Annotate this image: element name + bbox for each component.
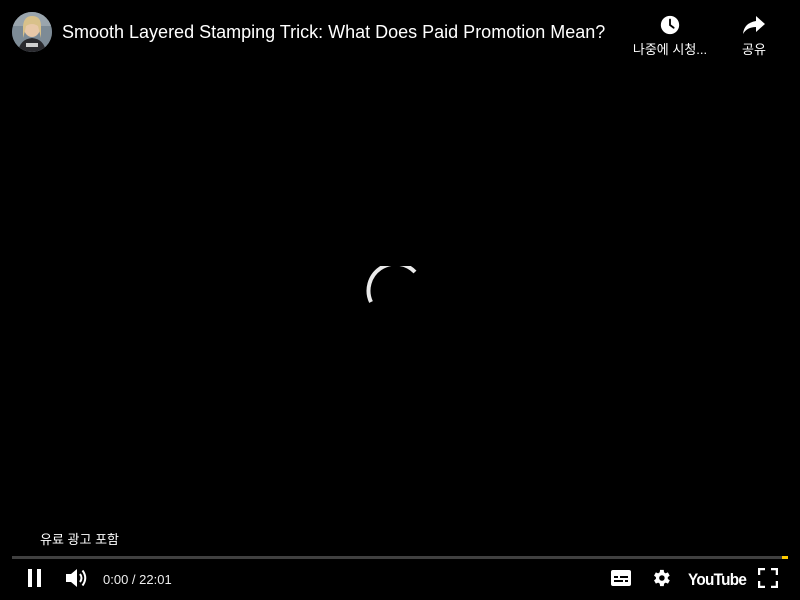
pause-icon xyxy=(26,568,44,593)
gear-icon xyxy=(650,567,672,594)
loading-spinner xyxy=(366,261,430,330)
paid-promotion-label[interactable]: 유료 광고 포함 xyxy=(40,532,119,548)
share-button[interactable]: 공유 xyxy=(736,12,772,58)
fullscreen-button[interactable] xyxy=(754,562,782,598)
share-label: 공유 xyxy=(742,42,766,57)
subtitles-icon xyxy=(610,569,632,592)
mute-button[interactable] xyxy=(62,562,92,598)
time-display: 0:00 / 22:01 xyxy=(103,572,172,587)
settings-button[interactable] xyxy=(646,562,676,598)
progress-bar[interactable] xyxy=(12,556,788,559)
share-arrow-icon xyxy=(741,12,767,38)
youtube-logo[interactable]: YouTube xyxy=(688,570,747,590)
video-title[interactable]: Smooth Layered Stamping Trick: What Does… xyxy=(62,20,622,44)
video-player[interactable]: Smooth Layered Stamping Trick: What Does… xyxy=(0,0,800,600)
clock-icon xyxy=(657,12,683,38)
avatar-image xyxy=(12,12,52,52)
current-time: 0:00 xyxy=(103,572,129,587)
watch-later-button[interactable]: 나중에 시청... xyxy=(626,12,714,58)
watch-later-label: 나중에 시청... xyxy=(632,42,708,57)
volume-icon xyxy=(65,567,89,594)
ad-marker xyxy=(782,556,788,559)
control-bar: 0:00 / 22:01 YouTube xyxy=(0,562,800,598)
pause-button[interactable] xyxy=(20,562,50,598)
fullscreen-icon xyxy=(757,567,779,593)
duration: 22:01 xyxy=(139,572,172,587)
subtitles-button[interactable] xyxy=(606,562,636,598)
channel-avatar[interactable] xyxy=(12,12,52,52)
